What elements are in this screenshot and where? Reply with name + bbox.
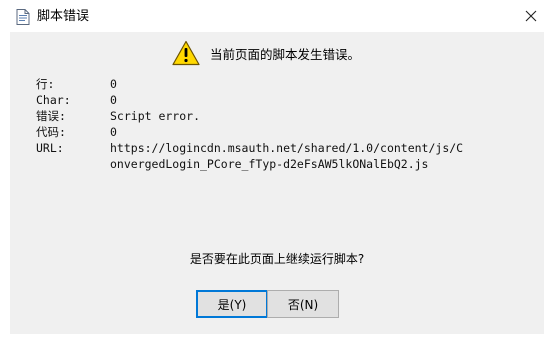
detail-label: Char: [36,93,71,107]
detail-row-url: URL: https://logincdn.msauth.net/shared/… [36,140,468,172]
no-button[interactable]: 否(N) [267,290,339,318]
detail-row-line: 行: 0 [36,76,468,92]
error-details: 行: 0 Char: 0 错误: Script error. 代码: 0 URL… [36,76,468,172]
window-title: 脚本错误 [37,9,90,24]
document-icon [16,9,30,25]
message-header-text: 当前页面的脚本发生错误。 [210,46,361,62]
detail-label: URL: [36,141,64,155]
detail-value-url: https://logincdn.msauth.net/shared/1.0/c… [110,141,464,171]
detail-value: 0 [110,125,117,139]
detail-value: 0 [110,93,117,107]
detail-row-error: 错误: Script error. [36,108,468,124]
detail-label: 错误: [36,109,66,123]
yes-button[interactable]: 是(Y) [196,290,268,318]
close-button[interactable] [516,3,546,29]
detail-label: 代码: [36,125,66,139]
detail-value: 0 [110,77,117,91]
close-icon [525,10,537,22]
dialog-body: 当前页面的脚本发生错误。 行: 0 Char: 0 错误: Script err… [10,32,544,334]
warning-icon [172,40,200,66]
title-bar: 脚本错误 [0,0,554,32]
continue-question: 是否要在此页面上继续运行脚本? [189,252,365,266]
detail-label: 行: [36,77,55,91]
message-header: 当前页面的脚本发生错误。 [172,39,360,67]
detail-value: Script error. [110,109,201,123]
detail-row-char: Char: 0 [36,92,468,108]
detail-row-code: 代码: 0 [36,124,468,140]
